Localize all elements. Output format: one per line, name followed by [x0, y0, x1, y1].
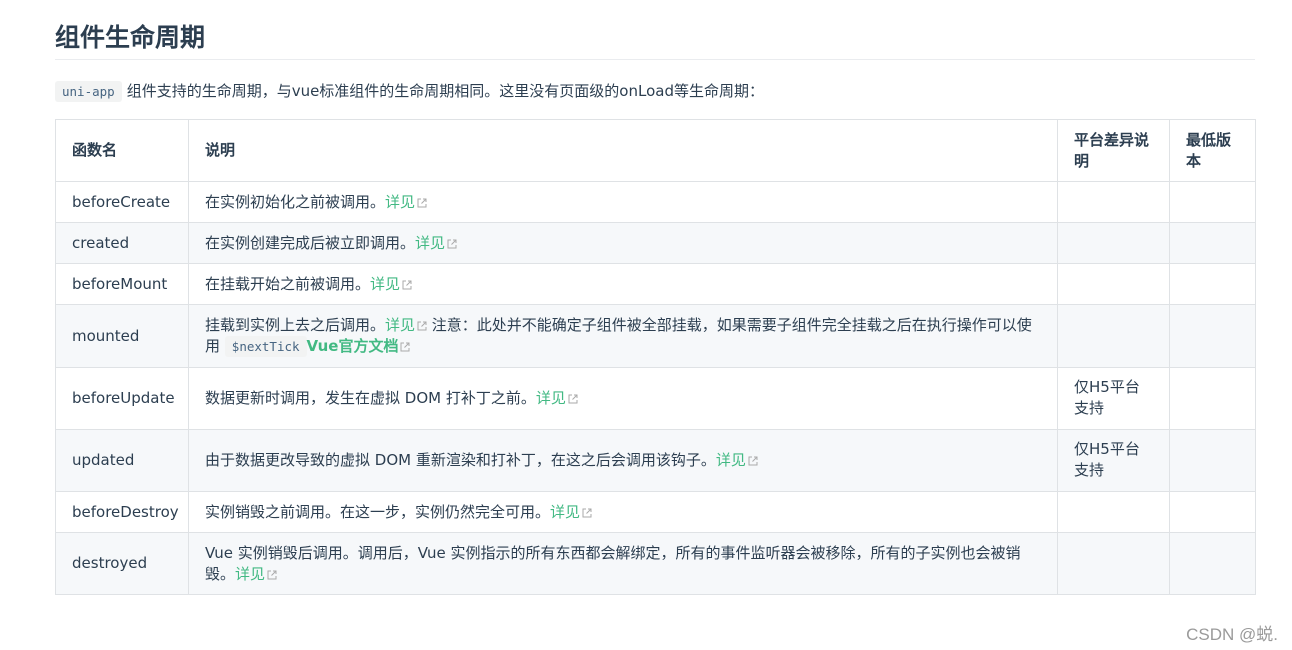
- header-min-version: 最低版本: [1169, 119, 1256, 182]
- table-row: mounted 挂载到实例上去之后调用。详见 注意：此处并不能确定子组件被全部挂…: [55, 304, 1256, 368]
- external-link-icon: [447, 239, 457, 249]
- detail-link[interactable]: 详见: [536, 389, 578, 407]
- csdn-watermark: CSDN @蜕.: [1186, 625, 1278, 644]
- vue-docs-link-label: Vue官方文档: [306, 337, 399, 355]
- cell-description: 挂载到实例上去之后调用。详见 注意：此处并不能确定子组件被全部挂载，如果需要子组…: [188, 304, 1058, 368]
- external-link-icon: [568, 394, 578, 404]
- detail-link[interactable]: 详见: [716, 451, 758, 469]
- detail-link[interactable]: 详见: [370, 275, 412, 293]
- description-text: 在实例初始化之前被调用。: [205, 192, 386, 211]
- cell-function-name: beforeCreate: [55, 181, 189, 223]
- cell-function-name: destroyed: [55, 532, 189, 595]
- intro-text: 组件支持的生命周期，与vue标准组件的生命周期相同。这里没有页面级的onLoad…: [126, 82, 764, 100]
- external-link-icon: [748, 456, 758, 466]
- cell-function-name: mounted: [55, 304, 189, 368]
- table-row: beforeMount 在挂载开始之前被调用。详见: [55, 263, 1256, 305]
- detail-link-label: 详见: [385, 316, 416, 334]
- description-text: 挂载到实例上去之后调用。: [205, 316, 386, 334]
- cell-platform: [1057, 263, 1170, 305]
- next-tick-code: $nextTick: [224, 336, 307, 357]
- detail-link-label: 详见: [415, 233, 446, 252]
- description-text: 实例销毁之前调用。在这一步，实例仍然完全可用。: [205, 502, 551, 521]
- external-link-icon: [400, 342, 410, 352]
- cell-min-version: [1169, 491, 1256, 533]
- description-text: 由于数据更改导致的虚拟 DOM 重新渲染和打补丁，在这之后会调用该钩子。: [205, 451, 716, 469]
- cell-min-version: [1169, 429, 1256, 492]
- cell-min-version: [1169, 532, 1256, 595]
- cell-function-name: beforeDestroy: [55, 491, 189, 533]
- table-row: beforeUpdate 数据更新时调用，发生在虚拟 DOM 打补丁之前。详见 …: [55, 367, 1256, 430]
- table-row: beforeDestroy 实例销毁之前调用。在这一步，实例仍然完全可用。详见: [55, 491, 1256, 533]
- cell-description: 由于数据更改导致的虚拟 DOM 重新渲染和打补丁，在这之后会调用该钩子。详见: [188, 429, 1058, 492]
- detail-link[interactable]: 详见: [235, 565, 277, 583]
- external-link-icon: [402, 280, 412, 290]
- detail-link-label: 详见: [550, 502, 581, 521]
- vue-docs-link[interactable]: Vue官方文档: [307, 337, 411, 355]
- description-text: 在挂载开始之前被调用。: [205, 274, 371, 293]
- external-link-icon: [582, 508, 592, 518]
- description-text: Vue 实例销毁后调用。调用后，Vue 实例指示的所有东西都会解绑定，所有的事件…: [205, 543, 1021, 583]
- external-link-icon: [417, 198, 427, 208]
- cell-function-name: updated: [55, 429, 189, 492]
- cell-min-version: [1169, 222, 1256, 264]
- cell-platform: [1057, 222, 1170, 264]
- header-description: 说明: [188, 119, 1058, 182]
- page-title: 组件生命周期: [55, 23, 206, 52]
- cell-description: 数据更新时调用，发生在虚拟 DOM 打补丁之前。详见: [188, 367, 1058, 430]
- table-row: destroyed Vue 实例销毁后调用。调用后，Vue 实例指示的所有东西都…: [55, 532, 1256, 595]
- cell-min-version: [1169, 263, 1256, 305]
- detail-link[interactable]: 详见: [550, 503, 592, 521]
- detail-link[interactable]: 详见: [415, 234, 457, 252]
- cell-function-name: beforeMount: [55, 263, 189, 305]
- cell-function-name: created: [55, 222, 189, 264]
- external-link-icon: [417, 321, 427, 331]
- cell-min-version: [1169, 367, 1256, 430]
- cell-platform: 仅H5平台支持: [1057, 429, 1170, 492]
- cell-platform: [1057, 181, 1170, 223]
- header-platform: 平台差异说明: [1057, 119, 1170, 182]
- cell-platform: [1057, 491, 1170, 533]
- cell-description: 在实例创建完成后被立即调用。详见: [188, 222, 1058, 264]
- title-divider: [55, 59, 1255, 60]
- description-text: 数据更新时调用，发生在虚拟 DOM 打补丁之前。: [205, 389, 536, 407]
- intro-code: uni-app: [55, 81, 122, 102]
- detail-link-label: 详见: [385, 192, 416, 211]
- table-row: updated 由于数据更改导致的虚拟 DOM 重新渲染和打补丁，在这之后会调用…: [55, 429, 1256, 492]
- lifecycle-table: 函数名 说明 平台差异说明 最低版本 beforeCreate 在实例初始化之前…: [55, 119, 1256, 595]
- detail-link[interactable]: 详见: [385, 316, 427, 334]
- detail-link-label: 详见: [370, 274, 401, 293]
- table-row: beforeCreate 在实例初始化之前被调用。详见: [55, 181, 1256, 223]
- cell-description: 在挂载开始之前被调用。详见: [188, 263, 1058, 305]
- table-row: created 在实例创建完成后被立即调用。详见: [55, 222, 1256, 264]
- cell-platform: [1057, 532, 1170, 595]
- cell-min-version: [1169, 181, 1256, 223]
- cell-platform: [1057, 304, 1170, 368]
- description-text: 在实例创建完成后被立即调用。: [205, 233, 416, 252]
- detail-link-label: 详见: [535, 389, 566, 407]
- detail-link[interactable]: 详见: [385, 193, 427, 211]
- intro-paragraph: uni-app 组件支持的生命周期，与vue标准组件的生命周期相同。这里没有页面级…: [55, 79, 1255, 104]
- cell-description: 实例销毁之前调用。在这一步，实例仍然完全可用。详见: [188, 491, 1058, 533]
- detail-link-label: 详见: [235, 564, 266, 583]
- cell-platform: 仅H5平台支持: [1057, 367, 1170, 430]
- header-function-name: 函数名: [55, 119, 189, 182]
- cell-min-version: [1169, 304, 1256, 368]
- detail-link-label: 详见: [715, 451, 746, 469]
- cell-function-name: beforeUpdate: [55, 367, 189, 430]
- cell-description: Vue 实例销毁后调用。调用后，Vue 实例指示的所有东西都会解绑定，所有的事件…: [188, 532, 1058, 595]
- cell-description: 在实例初始化之前被调用。详见: [188, 181, 1058, 223]
- table-header-row: 函数名 说明 平台差异说明 最低版本: [55, 119, 1256, 182]
- external-link-icon: [267, 570, 277, 580]
